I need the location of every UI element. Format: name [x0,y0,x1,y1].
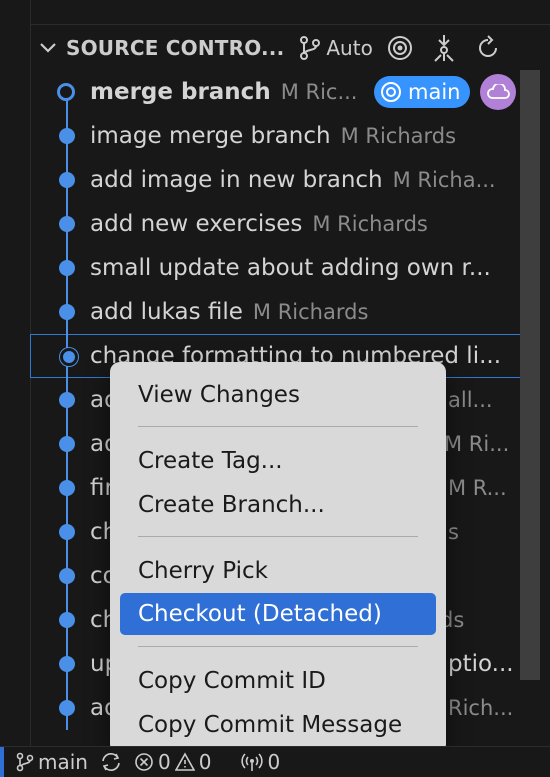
remote-indicator[interactable] [0,747,4,777]
problems-indicator[interactable]: 0 0 [134,750,211,774]
commit-message: add image in new branch M Richa... [90,167,496,193]
target-icon [381,82,401,102]
commit-node [59,304,75,320]
commit-row[interactable]: add new exercises M Richards [30,202,520,246]
commit-row[interactable]: add lukas file M Richards [30,290,520,334]
commit-node [59,700,75,716]
menu-separator [138,646,418,647]
commit-author: all... [448,388,493,412]
activity-bar [0,0,31,746]
error-count: 0 [157,750,171,774]
panel-divider [30,24,550,25]
cloud-icon[interactable] [480,74,516,110]
menu-separator [138,426,418,427]
menu-item-copy-commit-id[interactable]: Copy Commit ID [120,663,436,699]
menu-item-checkout-detached[interactable]: Checkout (Detached) [120,593,436,635]
vertical-scrollbar[interactable] [520,70,540,680]
commit-message: image merge branch M Richards [90,123,457,149]
commit-node [59,128,75,144]
menu-item-view-changes[interactable]: View Changes [120,377,436,413]
commit-author: ptio... [448,651,514,677]
menu-item-create-branch[interactable]: Create Branch... [120,487,436,523]
menu-item-create-tag[interactable]: Create Tag... [120,443,436,479]
commit-node [59,524,75,540]
warning-icon [174,752,195,771]
branch-icon [16,752,34,772]
auto-branch-filter[interactable]: Auto [298,35,373,61]
section-title: SOURCE CONTRO... [66,36,285,60]
commit-author: M Richards [252,300,369,324]
menu-item-cherry-pick[interactable]: Cherry Pick [120,553,436,589]
commit-row[interactable]: small update about adding own r... [30,246,520,290]
branch-badge-label: main [408,80,461,104]
branch-badge[interactable]: main [374,76,471,108]
commit-author: Rich... [448,696,514,720]
commit-node [59,656,75,672]
ports-count: 0 [267,750,281,774]
source-control-graph-header[interactable]: SOURCE CONTRO... Auto [30,26,550,70]
commit-author: M Ric... [280,80,358,104]
commit-row[interactable]: merge branch M Ric... main [30,70,520,114]
status-branch-label: main [38,750,88,774]
commit-node [59,216,75,232]
status-bar: main 0 0 0 [0,746,550,777]
commit-message: add lukas file M Richards [90,299,369,325]
refresh-icon[interactable] [471,31,505,65]
commit-author: M Richards [312,212,428,236]
head-commit-node [57,83,75,101]
error-icon [135,753,153,771]
sync-icon[interactable] [100,752,122,772]
commit-node [59,612,75,628]
commit-row[interactable]: add image in new branch M Richa... [30,158,520,202]
target-icon[interactable] [383,31,417,65]
commit-author: M Richa... [392,168,496,192]
commit-message: small update about adding own r... [90,255,491,281]
commit-node [59,480,75,496]
commit-node [59,436,75,452]
fetch-icon[interactable] [427,31,461,65]
commit-author: M R... [448,476,507,500]
commit-message: add new exercises M Richards [90,211,428,237]
context-menu: View Changes Create Tag... Create Branch… [110,362,446,754]
commit-node [59,260,75,276]
commit-author: M Ri... [444,432,510,456]
chevron-down-icon[interactable] [30,42,66,54]
commit-author: s [448,520,459,544]
commit-node [59,172,75,188]
menu-item-copy-commit-message[interactable]: Copy Commit Message [120,707,436,743]
commit-row[interactable]: image merge branch M Richards [30,114,520,158]
menu-separator [138,536,418,537]
commit-author: M Richards [340,124,457,148]
commit-node [59,392,75,408]
selected-commit-node [60,348,78,366]
status-branch[interactable]: main [16,750,88,774]
commit-node [59,568,75,584]
broadcast-icon [241,753,264,771]
warning-count: 0 [198,750,212,774]
auto-label: Auto [326,36,373,60]
branch-icon [300,36,321,60]
commit-message: merge branch M Ric... [90,79,358,105]
ports-indicator[interactable]: 0 [241,750,280,774]
